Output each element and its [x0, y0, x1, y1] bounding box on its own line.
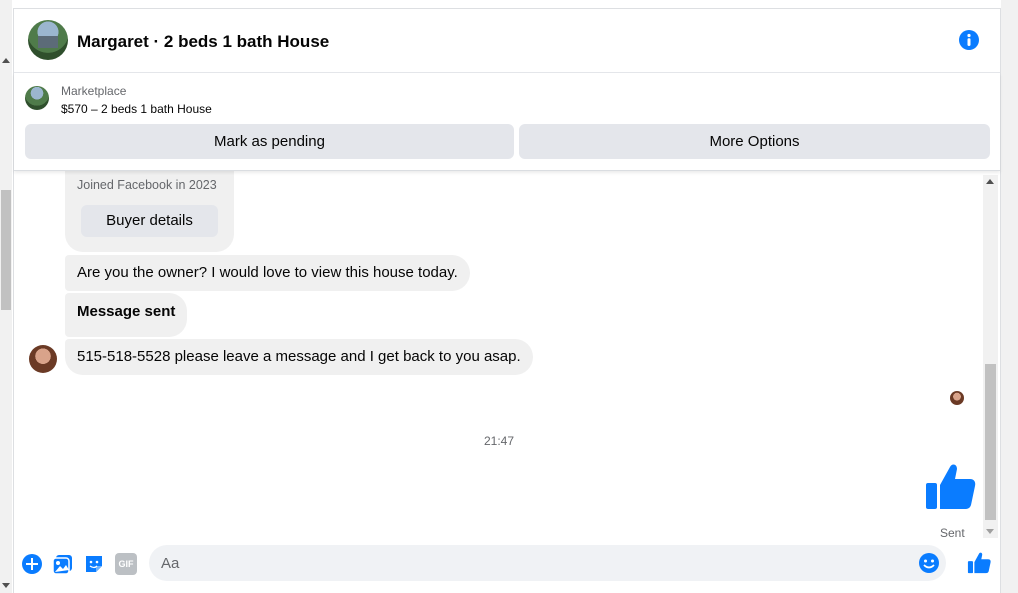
- mark-as-pending-button[interactable]: Mark as pending: [25, 124, 514, 159]
- seen-indicator-avatar: [950, 391, 964, 405]
- message-input-placeholder: Aa: [161, 555, 180, 572]
- right-scroll-track: [1001, 0, 1018, 593]
- scroll-up-arrow-icon[interactable]: [2, 58, 10, 63]
- gif-icon[interactable]: GIF: [115, 553, 137, 575]
- message-bubble[interactable]: 515-518-5528 please leave a message and …: [65, 339, 533, 375]
- message-input[interactable]: Aa: [149, 545, 946, 581]
- message-scroll-thumb[interactable]: [985, 364, 996, 520]
- sender-avatar[interactable]: [29, 345, 57, 373]
- marketplace-listing-bar: Marketplace $570 – 2 beds 1 bath House M…: [14, 73, 1000, 171]
- thumbs-up-send-icon[interactable]: [967, 551, 991, 575]
- listing-avatar[interactable]: [28, 20, 68, 60]
- chat-window: Margaret · 2 beds 1 bath House Marketpla…: [13, 8, 1001, 593]
- delivery-status: Sent: [940, 526, 965, 540]
- plus-icon[interactable]: [21, 553, 43, 575]
- message-scroll-down-icon[interactable]: [986, 529, 994, 534]
- message-list: Joined Facebook in 2023 Buyer details Ar…: [14, 171, 1000, 542]
- buyer-info-card: Joined Facebook in 2023 Buyer details: [65, 171, 234, 252]
- message-scrollbar[interactable]: [983, 175, 998, 538]
- message-timestamp: 21:47: [483, 434, 515, 448]
- listing-source: Marketplace: [61, 84, 127, 98]
- page-scrollbar[interactable]: [0, 0, 12, 593]
- more-options-button[interactable]: More Options: [519, 124, 990, 159]
- buyer-joined-text: Joined Facebook in 2023: [77, 178, 217, 192]
- listing-thumbnail[interactable]: [25, 86, 49, 110]
- buyer-details-button[interactable]: Buyer details: [81, 205, 218, 237]
- message-bubble-sent-notice[interactable]: Message sent: [65, 293, 188, 337]
- message-composer: GIF Aa: [14, 542, 1000, 593]
- chat-title[interactable]: Margaret · 2 beds 1 bath House: [77, 32, 329, 52]
- photo-icon[interactable]: [52, 553, 74, 575]
- chat-header: Margaret · 2 beds 1 bath House: [14, 9, 1000, 73]
- listing-name[interactable]: $570 – 2 beds 1 bath House: [61, 102, 212, 116]
- message-bubble[interactable]: Are you the owner? I would love to view …: [65, 255, 470, 291]
- page-scroll-thumb[interactable]: [1, 190, 11, 310]
- message-scroll-up-icon[interactable]: [986, 179, 994, 184]
- info-icon[interactable]: [959, 30, 979, 50]
- scroll-down-arrow-icon[interactable]: [2, 583, 10, 588]
- thumbs-up-icon[interactable]: [924, 461, 976, 513]
- emoji-icon[interactable]: [918, 552, 940, 574]
- sticker-icon[interactable]: [83, 553, 105, 575]
